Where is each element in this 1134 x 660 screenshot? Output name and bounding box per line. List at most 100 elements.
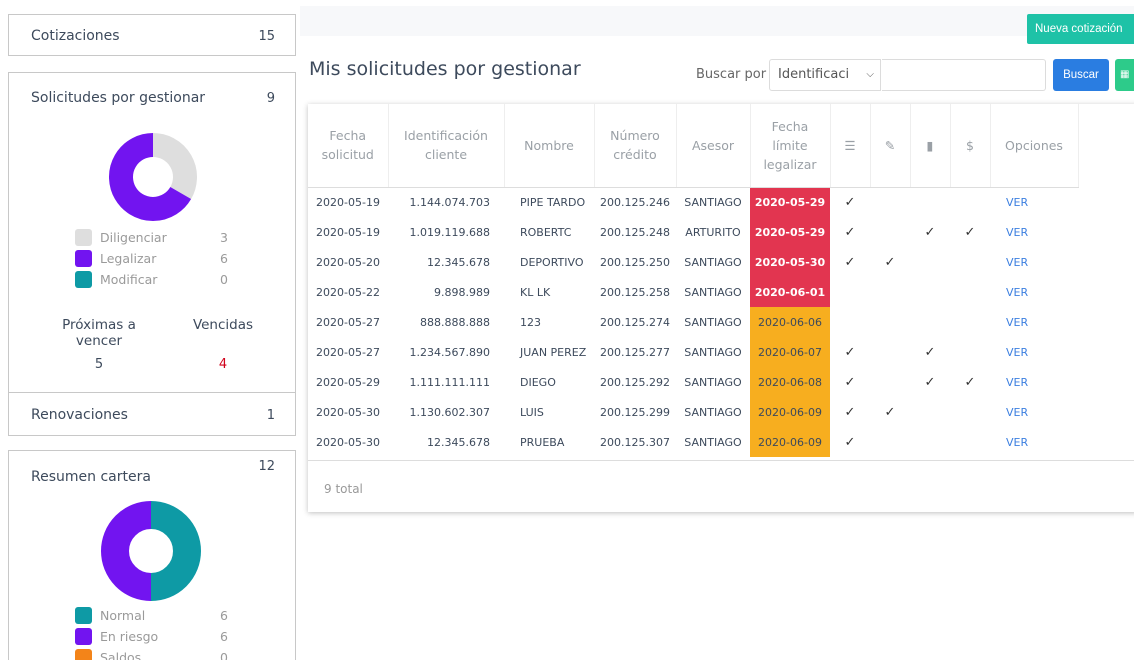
cell-fecha: 2020-05-19 bbox=[316, 195, 380, 209]
cell-limite: 2020-05-29 bbox=[750, 187, 830, 217]
check-cell bbox=[870, 427, 910, 457]
table-row[interactable]: 2020-05-30 1.130.602.307 LUIS 200.125.299 SA… bbox=[308, 397, 1078, 427]
cell-nombre: LUIS bbox=[520, 405, 544, 419]
cell-numero: 200.125.274 bbox=[600, 315, 670, 329]
proximas-stat[interactable]: Próximas a vencer 5 bbox=[49, 317, 149, 372]
col-numero-label: Número crédito bbox=[610, 128, 660, 163]
table-row[interactable]: 2020-05-27 1.234.567.890 JUAN PEREZ 200.125… bbox=[308, 337, 1078, 367]
cell-nombre: ROBERTC bbox=[520, 225, 572, 239]
legend-item[interactable]: Normal 6 bbox=[75, 605, 240, 626]
vencidas-value: 4 bbox=[218, 357, 228, 372]
export-excel-button[interactable]: ▦ bbox=[1115, 59, 1134, 91]
cell-asesor: ARTURITO bbox=[685, 225, 741, 239]
check-cell: ✓ bbox=[950, 367, 990, 397]
ver-link[interactable]: VER bbox=[990, 277, 1078, 307]
legend-item[interactable]: Diligenciar 3 bbox=[75, 227, 240, 248]
buscar-button[interactable]: Buscar bbox=[1053, 59, 1109, 91]
vencidas-stat[interactable]: Vencidas 4 bbox=[177, 317, 269, 372]
donut-slice bbox=[101, 501, 152, 601]
ver-link[interactable]: VER bbox=[990, 367, 1078, 397]
col-limite-label: Fecha límite legalizar bbox=[763, 118, 817, 172]
cell-asesor: SANTIAGO bbox=[684, 435, 742, 449]
resumen-legend: Normal 6 En riesgo 6 Saldos 0 bbox=[75, 605, 240, 660]
check-cell bbox=[950, 427, 990, 457]
table-row[interactable]: 2020-05-19 1.019.119.688 ROBERTC 200.125.24… bbox=[308, 217, 1078, 247]
renovaciones-card[interactable]: Renovaciones 1 bbox=[8, 392, 296, 436]
cell-nombre: DIEGO bbox=[520, 375, 556, 389]
cell-numero: 200.125.299 bbox=[600, 405, 670, 419]
col-opciones: Opciones bbox=[990, 104, 1079, 188]
col-identificacion[interactable]: Identificación cliente bbox=[388, 104, 505, 188]
ver-link[interactable]: VER bbox=[990, 307, 1078, 337]
cell-fecha: 2020-05-22 bbox=[316, 285, 380, 299]
ver-link[interactable]: VER bbox=[990, 217, 1078, 247]
legend-label: Legalizar bbox=[100, 251, 157, 266]
legend-swatch bbox=[75, 271, 92, 288]
check-cell bbox=[910, 187, 950, 217]
ver-link[interactable]: VER bbox=[990, 427, 1078, 457]
resumen-label: Resumen cartera bbox=[31, 469, 151, 485]
cell-asesor: SANTIAGO bbox=[684, 405, 742, 419]
cotizaciones-count: 15 bbox=[258, 28, 275, 44]
ver-link[interactable]: VER bbox=[990, 397, 1078, 427]
check-cell bbox=[950, 337, 990, 367]
col-fecha-solicitud[interactable]: Fecha solicitud bbox=[308, 104, 389, 188]
legend-item[interactable]: Saldos 0 bbox=[75, 647, 240, 660]
cell-ident: 1.144.074.703 bbox=[409, 195, 490, 209]
nueva-cotizacion-button[interactable]: Nueva cotización bbox=[1027, 14, 1134, 44]
cotizaciones-card[interactable]: Cotizaciones 15 bbox=[8, 14, 296, 56]
legend-swatch bbox=[75, 628, 92, 645]
legend-item[interactable]: Legalizar 6 bbox=[75, 248, 240, 269]
cell-nombre: JUAN PEREZ bbox=[520, 345, 587, 359]
resumen-cartera-card[interactable]: Resumen cartera 12 Normal 6 En riesgo 6 Sald… bbox=[8, 450, 296, 660]
ver-link[interactable]: VER bbox=[990, 187, 1078, 217]
cell-nombre: PIPE TARDO bbox=[520, 195, 586, 209]
col-numero-credito[interactable]: Número crédito bbox=[594, 104, 677, 188]
check-icon: ✓ bbox=[844, 404, 856, 420]
ver-link[interactable]: VER bbox=[990, 337, 1078, 367]
check-cell bbox=[870, 367, 910, 397]
search-input[interactable] bbox=[882, 59, 1046, 91]
check-cell bbox=[830, 307, 870, 337]
col-ident-label: Identificación cliente bbox=[404, 128, 488, 163]
solicitudes-count: 9 bbox=[266, 90, 275, 106]
ver-link[interactable]: VER bbox=[990, 247, 1078, 277]
table-row[interactable]: 2020-05-19 1.144.074.703 PIPE TARDO 200.125… bbox=[308, 187, 1078, 217]
legend-item[interactable]: Modificar 0 bbox=[75, 269, 240, 290]
check-icon: ✓ bbox=[844, 254, 856, 270]
col-fecha-limite[interactable]: Fecha límite legalizar bbox=[750, 104, 831, 188]
resumen-count: 12 bbox=[258, 459, 275, 474]
col-asesor[interactable]: Asesor bbox=[676, 104, 751, 188]
cell-limite: 2020-05-29 bbox=[750, 217, 830, 247]
table-row[interactable]: 2020-05-30 12.345.678 PRUEBA 200.125.307 SAN… bbox=[308, 427, 1078, 457]
cell-ident: 9.898.989 bbox=[434, 285, 490, 299]
search-by-select[interactable]: Identificaci ⌵ bbox=[769, 59, 881, 91]
check-cell bbox=[950, 187, 990, 217]
solicitudes-label: Solicitudes por gestionar bbox=[31, 90, 206, 106]
cell-nombre: PRUEBA bbox=[520, 435, 565, 449]
renovaciones-count: 1 bbox=[266, 407, 275, 423]
proximas-value: 5 bbox=[94, 357, 104, 372]
legend-item[interactable]: En riesgo 6 bbox=[75, 626, 240, 647]
legend-value: 0 bbox=[220, 272, 228, 287]
check-icon: ✓ bbox=[964, 374, 976, 390]
page-title: Mis solicitudes por gestionar bbox=[309, 58, 581, 80]
check-cell: ✓ bbox=[830, 367, 870, 397]
check-cell bbox=[830, 277, 870, 307]
check-icon: ✓ bbox=[964, 224, 976, 240]
cotizaciones-label: Cotizaciones bbox=[31, 28, 120, 44]
solicitudes-table-card: Fecha solicitud Identificación cliente N… bbox=[308, 104, 1134, 512]
legend-label: Modificar bbox=[100, 272, 158, 287]
table-row[interactable]: 2020-05-20 12.345.678 DEPORTIVO 200.125.250… bbox=[308, 247, 1078, 277]
check-icon: ✓ bbox=[844, 344, 856, 360]
table-row[interactable]: 2020-05-29 1.111.111.111 DIEGO 200.125.292 S… bbox=[308, 367, 1078, 397]
check-icon: ✓ bbox=[884, 404, 896, 420]
cell-ident: 888.888.888 bbox=[420, 315, 490, 329]
table-row[interactable]: 2020-05-27 888.888.888 123 200.125.274 SANTI… bbox=[308, 307, 1078, 337]
solicitudes-card[interactable]: Solicitudes por gestionar 9 Diligenciar 3… bbox=[8, 72, 296, 394]
check-cell: ✓ bbox=[910, 337, 950, 367]
check-cell: ✓ bbox=[870, 247, 910, 277]
table-row[interactable]: 2020-05-22 9.898.989 KL LK 200.125.258 SANTI… bbox=[308, 277, 1078, 307]
col-nombre[interactable]: Nombre bbox=[504, 104, 595, 188]
cell-fecha: 2020-05-30 bbox=[316, 435, 380, 449]
